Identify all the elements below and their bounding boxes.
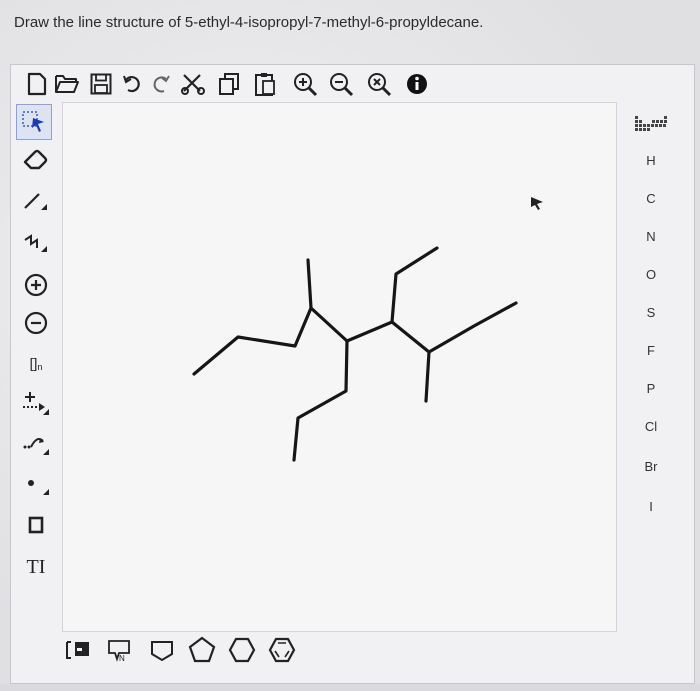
save-icon[interactable]: [86, 68, 116, 100]
plus-charge-icon: [24, 273, 48, 297]
reaction-arrow-tool[interactable]: [12, 386, 60, 420]
bracket-label: []: [29, 355, 38, 371]
text-tool[interactable]: TI: [12, 550, 60, 584]
select-tool[interactable]: [16, 104, 52, 140]
single-bond-icon: [24, 193, 47, 210]
atom-O[interactable]: O: [620, 256, 682, 292]
selection-arrow-icon: [22, 111, 44, 132]
paste-icon[interactable]: [250, 68, 280, 100]
isopropyl-methyl-bond: [306, 258, 313, 310]
ring-tool-icon[interactable]: N: [102, 632, 138, 668]
positive-charge-tool[interactable]: [12, 268, 60, 302]
cyclopentane-icon[interactable]: [184, 632, 220, 668]
curved-arrow-icon: [23, 438, 49, 455]
shape-tool[interactable]: [12, 508, 60, 542]
info-icon[interactable]: [402, 68, 432, 100]
atom-palette: H C N O S F P Cl Br I: [620, 104, 682, 574]
atom-H[interactable]: H: [620, 142, 682, 178]
atom-I[interactable]: I: [620, 488, 682, 524]
atom-Cl[interactable]: Cl: [620, 408, 682, 444]
chain-draw-tool[interactable]: [12, 226, 60, 260]
bond-tool[interactable]: [12, 184, 60, 218]
top-toolbar: [14, 68, 514, 102]
zoom-reset-icon[interactable]: [364, 68, 394, 100]
zoom-out-icon[interactable]: [326, 68, 356, 100]
open-icon[interactable]: [52, 68, 82, 100]
text-tool-label: TI: [26, 555, 46, 578]
left-toolbar: [] n TI: [12, 100, 60, 640]
chain-tool-icon[interactable]: [60, 632, 96, 668]
atom-P[interactable]: P: [620, 370, 682, 406]
cyclobutane-icon[interactable]: [144, 632, 180, 668]
eraser-tool[interactable]: [12, 142, 60, 176]
question-text: Draw the line structure of 5-ethyl-4-iso…: [14, 14, 484, 31]
negative-charge-tool[interactable]: [12, 306, 60, 340]
atom-S[interactable]: S: [620, 294, 682, 330]
zoom-in-icon[interactable]: [290, 68, 320, 100]
bracket-tool[interactable]: [] n: [12, 346, 60, 380]
benzene-icon[interactable]: [264, 632, 300, 668]
new-icon[interactable]: [22, 68, 52, 100]
undo-icon[interactable]: [118, 68, 148, 100]
page-edge: [0, 684, 700, 691]
zigzag-chain-icon: [24, 234, 47, 252]
molecule-structure: [192, 197, 543, 462]
svg-text:N: N: [119, 654, 125, 663]
mouse-cursor-icon: [531, 197, 543, 210]
radical-dot-icon: [28, 480, 49, 495]
propyl-branch-bond: [292, 339, 349, 462]
ethyl-branch-bond: [390, 246, 439, 324]
periodic-table-icon[interactable]: [620, 108, 682, 138]
minus-charge-icon: [24, 311, 48, 335]
atom-C[interactable]: C: [620, 180, 682, 216]
atom-F[interactable]: F: [620, 332, 682, 368]
radical-tool[interactable]: [12, 466, 60, 500]
atom-N[interactable]: N: [620, 218, 682, 254]
template-toolbar: N: [60, 632, 360, 672]
drawing-canvas[interactable]: [62, 102, 617, 632]
atom-Br[interactable]: Br: [620, 448, 682, 484]
reaction-arrow-icon: [23, 392, 49, 415]
cyclohexane-icon[interactable]: [224, 632, 260, 668]
copy-icon[interactable]: [214, 68, 244, 100]
bracket-subscript: n: [37, 362, 43, 372]
main-chain-bond: [192, 301, 518, 376]
methyl-branch-bond: [424, 350, 431, 403]
eraser-icon: [23, 149, 48, 170]
cut-icon[interactable]: [178, 68, 208, 100]
rectangle-shape-icon: [28, 516, 44, 534]
redo-icon[interactable]: [146, 68, 176, 100]
curved-arrow-tool[interactable]: [12, 426, 60, 460]
